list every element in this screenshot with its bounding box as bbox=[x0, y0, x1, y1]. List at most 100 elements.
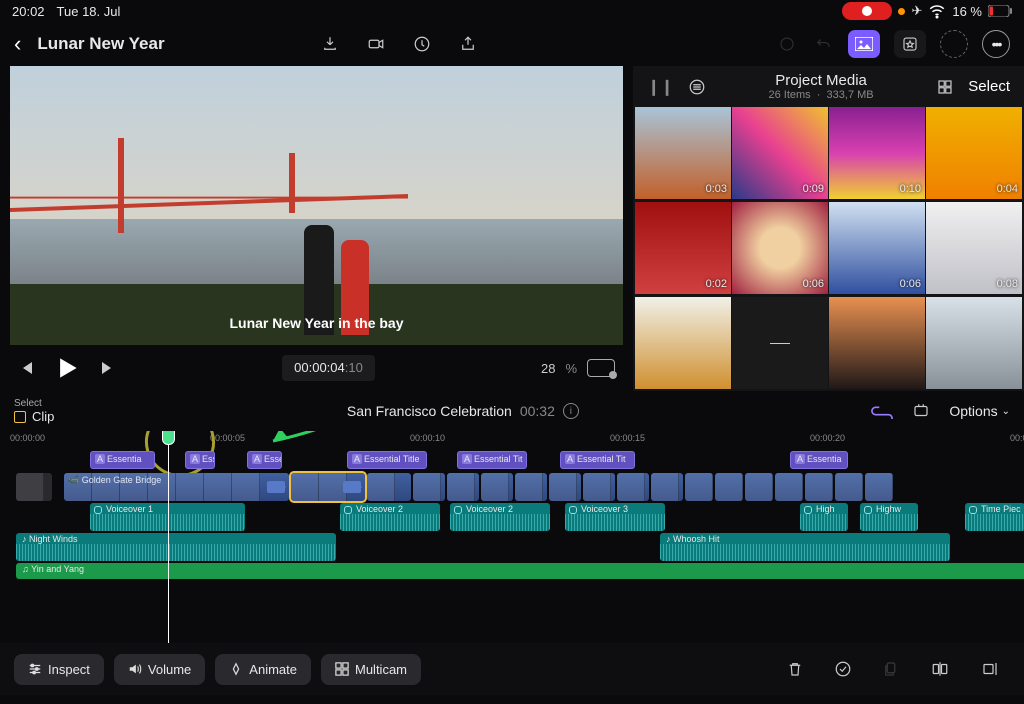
media-thumb[interactable]: 0:04 bbox=[926, 107, 1022, 199]
media-pause-icon[interactable]: ❙❙ bbox=[647, 77, 674, 97]
snap-icon[interactable] bbox=[911, 402, 931, 420]
video-clip[interactable] bbox=[16, 473, 52, 501]
media-thumb[interactable]: 0:10 bbox=[829, 107, 925, 199]
display-settings-icon[interactable] bbox=[587, 359, 615, 377]
effects-icon[interactable] bbox=[940, 30, 968, 58]
video-clip[interactable]: 📹 Golden Gate Bridge bbox=[64, 473, 289, 501]
sfx-clip[interactable]: ♪ Whoosh Hit bbox=[660, 533, 950, 561]
title-clip[interactable]: AEssential Tit bbox=[560, 451, 635, 469]
media-thumb[interactable]: 0:02 bbox=[635, 202, 731, 294]
transport-bar: 00:00:04:10 28 % bbox=[0, 345, 633, 391]
zoom-value[interactable]: 28 bbox=[541, 361, 555, 376]
enable-button[interactable] bbox=[824, 652, 862, 686]
date: Tue 18. Jul bbox=[57, 4, 121, 19]
audio-clip[interactable]: Highw bbox=[860, 503, 918, 531]
video-clip[interactable] bbox=[651, 473, 683, 501]
playhead[interactable] bbox=[168, 431, 169, 643]
audio-clip[interactable]: High bbox=[800, 503, 848, 531]
video-clip[interactable] bbox=[865, 473, 893, 501]
video-clip[interactable] bbox=[617, 473, 649, 501]
video-clip[interactable] bbox=[745, 473, 773, 501]
prev-frame-button[interactable] bbox=[18, 360, 34, 376]
favorites-button[interactable] bbox=[894, 30, 926, 58]
info-icon[interactable]: i bbox=[563, 403, 579, 419]
project-title: Lunar New Year bbox=[37, 34, 302, 54]
zoom-unit: % bbox=[565, 361, 577, 376]
media-select-button[interactable]: Select bbox=[968, 78, 1010, 95]
media-list-icon[interactable] bbox=[688, 78, 706, 96]
media-thumb[interactable]: 0:06 bbox=[829, 202, 925, 294]
media-thumb[interactable]: 0:03 bbox=[635, 107, 731, 199]
next-frame-button[interactable] bbox=[100, 360, 116, 376]
title-clip[interactable]: AEssentia bbox=[90, 451, 155, 469]
inspect-button[interactable]: Inspect bbox=[14, 654, 104, 685]
timeline-header: Select Clip San Francisco Celebration 00… bbox=[0, 391, 1024, 431]
video-clip[interactable] bbox=[413, 473, 445, 501]
media-grid-icon[interactable] bbox=[936, 78, 954, 96]
sfx-clip[interactable]: ♪ Night Winds bbox=[16, 533, 336, 561]
selection-clip-indicator[interactable]: Clip bbox=[14, 409, 54, 424]
trim-button[interactable] bbox=[970, 652, 1010, 686]
media-thumb[interactable] bbox=[635, 297, 731, 389]
voiceover-icon[interactable] bbox=[411, 33, 433, 55]
video-clip[interactable] bbox=[549, 473, 581, 501]
video-clip[interactable] bbox=[291, 473, 365, 501]
play-button[interactable] bbox=[56, 357, 78, 379]
audio-clip[interactable]: Voiceover 2 bbox=[340, 503, 440, 531]
video-clip[interactable] bbox=[447, 473, 479, 501]
audio-clip[interactable]: Voiceover 2 bbox=[450, 503, 550, 531]
title-clip[interactable]: AEss bbox=[185, 451, 215, 469]
volume-button[interactable]: Volume bbox=[114, 654, 205, 685]
sfx-track[interactable]: ♪ Night Winds ♪ Whoosh Hit bbox=[10, 533, 1024, 561]
sequence-name: San Francisco Celebration bbox=[347, 403, 512, 419]
options-button[interactable]: Options⌄ bbox=[949, 403, 1010, 419]
screen-recording-indicator[interactable] bbox=[842, 2, 892, 20]
video-clip[interactable] bbox=[685, 473, 713, 501]
media-thumb[interactable] bbox=[732, 297, 828, 389]
preview-caption: Lunar New Year in the bay bbox=[10, 315, 623, 331]
titles-track[interactable]: AEssentia AEss AEsse AEssential Title AEssen… bbox=[10, 451, 1024, 471]
media-thumb[interactable]: 0:08 bbox=[926, 202, 1022, 294]
video-clip[interactable] bbox=[835, 473, 863, 501]
photo-browser-button[interactable] bbox=[848, 30, 880, 58]
title-clip[interactable]: AEssential Title bbox=[347, 451, 427, 469]
link-clips-icon[interactable] bbox=[871, 403, 893, 419]
music-track[interactable]: ♫ Yin and Yang bbox=[10, 563, 1024, 579]
copy-button[interactable] bbox=[872, 652, 910, 686]
video-clip[interactable] bbox=[367, 473, 411, 501]
media-thumb[interactable]: 0:06 bbox=[732, 202, 828, 294]
media-thumb[interactable]: 0:09 bbox=[732, 107, 828, 199]
video-track[interactable]: 📹 Golden Gate Bridge bbox=[10, 473, 1024, 501]
title-clip[interactable]: AEssentia bbox=[790, 451, 848, 469]
multicam-button[interactable]: Multicam bbox=[321, 654, 421, 685]
video-clip[interactable] bbox=[775, 473, 803, 501]
back-button[interactable]: ‹ bbox=[14, 31, 21, 57]
wifi-icon bbox=[928, 2, 946, 20]
split-button[interactable] bbox=[920, 652, 960, 686]
video-clip[interactable] bbox=[583, 473, 615, 501]
video-clip[interactable] bbox=[515, 473, 547, 501]
video-clip[interactable] bbox=[805, 473, 833, 501]
audio-clip[interactable]: Time Piec bbox=[965, 503, 1024, 531]
more-menu-icon[interactable]: ••• bbox=[982, 30, 1010, 58]
video-clip[interactable] bbox=[715, 473, 743, 501]
media-thumb[interactable] bbox=[829, 297, 925, 389]
history-icon bbox=[776, 33, 798, 55]
privacy-microphone-dot bbox=[898, 8, 905, 15]
share-icon[interactable] bbox=[457, 33, 479, 55]
video-preview[interactable]: Lunar New Year in the bay bbox=[10, 66, 623, 345]
timeline[interactable]: 00:00:0000:00:0500:00:1000:00:1500:00:20… bbox=[0, 431, 1024, 643]
audio-clip[interactable]: Voiceover 3 bbox=[565, 503, 665, 531]
media-thumb[interactable] bbox=[926, 297, 1022, 389]
timecode-display[interactable]: 00:00:04:10 bbox=[282, 355, 375, 381]
title-clip[interactable]: AEsse bbox=[247, 451, 282, 469]
import-icon[interactable] bbox=[319, 33, 341, 55]
voiceover-track[interactable]: Voiceover 1Voiceover 2Voiceover 2Voiceov… bbox=[10, 503, 1024, 531]
camera-icon[interactable] bbox=[365, 33, 387, 55]
title-clip[interactable]: AEssential Tit bbox=[457, 451, 527, 469]
undo-icon bbox=[812, 33, 834, 55]
animate-button[interactable]: Animate bbox=[215, 654, 311, 685]
delete-button[interactable] bbox=[776, 652, 814, 686]
clock: 20:02 bbox=[12, 4, 45, 19]
video-clip[interactable] bbox=[481, 473, 513, 501]
